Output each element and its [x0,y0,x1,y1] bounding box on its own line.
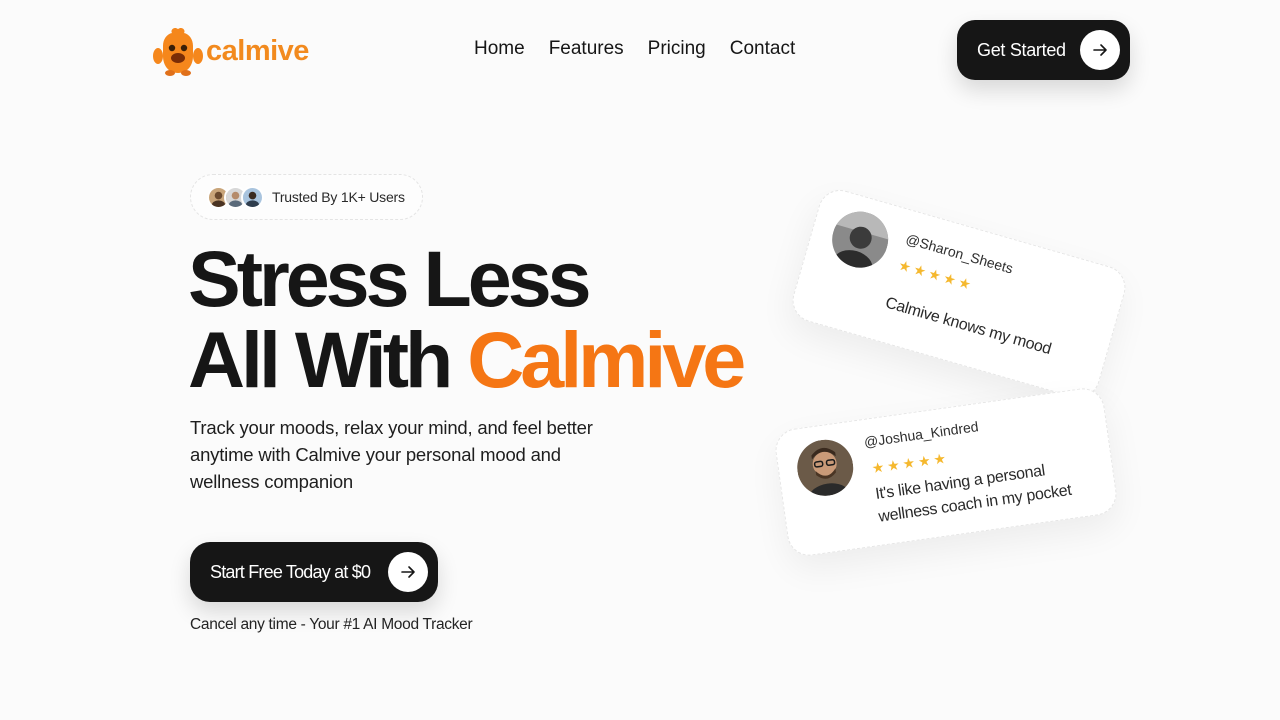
get-started-label: Get Started [977,39,1066,60]
hero-title-line1: Stress Less [188,234,592,323]
arrow-right-icon [1080,30,1120,70]
landing-page: calmive Home Features Pricing Contact Ge… [0,0,1280,720]
nav-contact[interactable]: Contact [730,38,795,60]
trusted-label: Trusted By 1K+ Users [272,189,405,205]
start-free-button[interactable]: Start Free Today at $0 [190,542,438,602]
star-icon: ★ [911,260,929,280]
star-icon: ★ [941,269,959,289]
trusted-badge: Trusted By 1K+ Users [190,174,423,220]
star-icon: ★ [886,456,901,475]
hero-title-line2: All With [188,315,468,404]
review-quote: Calmive knows my mood [883,294,1054,359]
main-nav: Home Features Pricing Contact [474,38,795,60]
get-started-button[interactable]: Get Started [957,20,1130,80]
reviewer-avatar [793,436,857,500]
user-avatars [207,185,264,209]
arrow-right-icon [388,552,428,592]
brand-name: calmive [206,34,309,67]
cancel-note: Cancel any time - Your #1 AI Mood Tracke… [190,616,473,633]
review-card: @Joshua_Kindred ★ ★ ★ ★ ★ It's like havi… [772,385,1120,559]
star-icon: ★ [916,452,932,470]
star-icon: ★ [926,265,944,285]
mascot-icon [153,27,203,76]
star-icon: ★ [896,256,914,276]
start-free-label: Start Free Today at $0 [210,561,371,582]
hero-title: Stress Less All With Calmive [188,238,746,400]
hero-title-accent: Calmive [467,315,746,404]
star-icon: ★ [901,454,917,472]
reviewer-avatar [825,205,895,275]
star-rating: ★ ★ ★ ★ ★ [870,449,947,477]
hero-subtitle: Track your moods, relax your mind, and f… [190,417,593,492]
star-icon: ★ [932,449,947,468]
star-icon: ★ [870,458,886,477]
avatar [241,185,264,209]
brand-logo[interactable]: calmive [152,26,309,76]
reviewer-handle: @Joshua_Kindred [862,418,980,451]
review-card: @Sharon_Sheets ★ ★ ★ ★ ★ Calmive knows m… [787,184,1131,404]
nav-features[interactable]: Features [549,38,624,60]
nav-pricing[interactable]: Pricing [648,38,706,60]
nav-home[interactable]: Home [474,38,525,60]
star-icon: ★ [956,273,973,293]
